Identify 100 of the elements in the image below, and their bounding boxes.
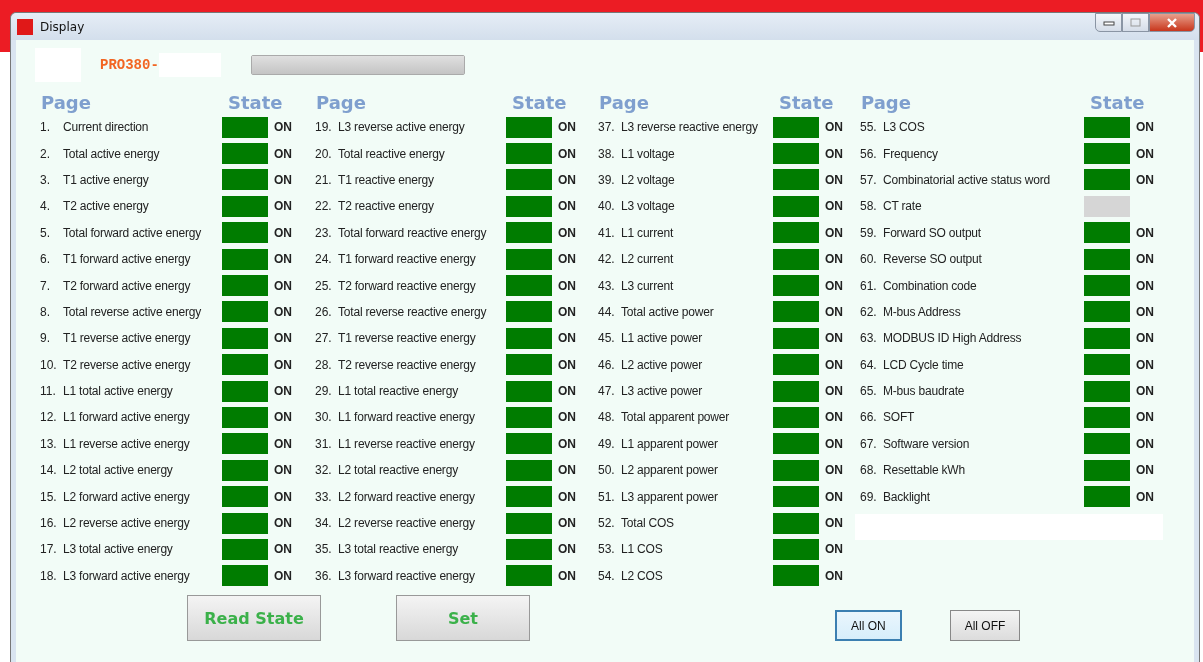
page-label: L3 reverse active energy <box>337 120 466 135</box>
page-number: 10. <box>39 357 58 372</box>
state-indicator[interactable] <box>1084 301 1130 323</box>
page-label: L2 active power <box>620 357 704 372</box>
page-label: Resettable kWh <box>882 463 966 478</box>
page-label: Total forward reactive energy <box>337 225 488 240</box>
page-label: Frequency <box>882 146 939 161</box>
state-indicator[interactable] <box>222 275 268 297</box>
state-indicator[interactable] <box>773 195 819 217</box>
state-indicator[interactable] <box>506 486 552 508</box>
page-label: L2 voltage <box>620 172 676 187</box>
state-indicator[interactable] <box>1084 380 1130 402</box>
state-indicator[interactable] <box>773 459 819 481</box>
state-indicator[interactable] <box>773 169 819 191</box>
page-label: L1 voltage <box>620 146 676 161</box>
state-text: ON <box>1136 489 1154 504</box>
state-indicator[interactable] <box>1084 486 1130 508</box>
state-text: ON <box>825 384 843 399</box>
state-indicator[interactable] <box>222 327 268 349</box>
state-indicator[interactable] <box>773 380 819 402</box>
state-indicator[interactable] <box>773 248 819 270</box>
page-number: 16. <box>39 516 58 531</box>
state-indicator[interactable] <box>1084 116 1130 138</box>
state-indicator[interactable] <box>222 301 268 323</box>
page-label: L2 COS <box>620 568 664 583</box>
page-number: 69. <box>859 489 878 504</box>
page-label: Backlight <box>882 489 931 504</box>
state-header: State <box>1089 91 1145 113</box>
state-indicator[interactable] <box>222 354 268 376</box>
page-number: 50. <box>597 463 616 478</box>
state-indicator[interactable] <box>1084 433 1130 455</box>
state-indicator[interactable] <box>773 433 819 455</box>
page-number: 33. <box>314 489 333 504</box>
state-indicator[interactable] <box>222 459 268 481</box>
state-text: ON <box>1136 225 1154 240</box>
state-indicator[interactable] <box>506 512 552 534</box>
state-indicator[interactable] <box>1084 248 1130 270</box>
state-indicator[interactable] <box>506 195 552 217</box>
state-indicator[interactable] <box>222 169 268 191</box>
state-indicator[interactable] <box>222 248 268 270</box>
page-label: L2 current <box>620 252 675 267</box>
state-indicator[interactable] <box>506 433 552 455</box>
page-label: L3 total reactive energy <box>337 542 459 557</box>
page-label: T1 forward reactive energy <box>337 252 477 267</box>
state-indicator[interactable] <box>773 143 819 165</box>
action-button[interactable]: All ON <box>835 610 902 642</box>
state-indicator[interactable] <box>773 275 819 297</box>
close-button[interactable] <box>1149 13 1195 32</box>
page-label: L2 total active energy <box>62 463 174 478</box>
state-indicator[interactable] <box>773 327 819 349</box>
state-indicator[interactable] <box>506 538 552 560</box>
state-indicator[interactable] <box>222 116 268 138</box>
state-indicator[interactable] <box>222 486 268 508</box>
page-label: L1 reverse active energy <box>62 436 191 451</box>
maximize-button[interactable] <box>1122 13 1149 32</box>
page-label: Total apparent power <box>620 410 731 425</box>
state-indicator[interactable] <box>1084 222 1130 244</box>
state-indicator[interactable] <box>773 486 819 508</box>
state-text: ON <box>1136 331 1154 346</box>
state-indicator[interactable] <box>506 116 552 138</box>
state-indicator[interactable] <box>222 512 268 534</box>
page-label: T2 reactive energy <box>337 199 435 214</box>
state-indicator[interactable] <box>1084 275 1130 297</box>
action-button[interactable]: All OFF <box>949 610 1021 642</box>
state-indicator[interactable] <box>506 275 552 297</box>
state-indicator[interactable] <box>222 222 268 244</box>
state-indicator[interactable] <box>506 459 552 481</box>
state-indicator[interactable] <box>773 116 819 138</box>
state-indicator[interactable] <box>222 565 268 587</box>
state-indicator[interactable] <box>506 169 552 191</box>
state-indicator[interactable] <box>773 301 819 323</box>
state-text: ON <box>1136 357 1154 372</box>
state-indicator[interactable] <box>506 143 552 165</box>
page-number: 1. <box>39 120 51 135</box>
page-label: L1 reverse reactive energy <box>337 436 476 451</box>
state-indicator[interactable] <box>1084 169 1130 191</box>
state-indicator[interactable] <box>1084 459 1130 481</box>
page-label: L2 forward active energy <box>62 489 191 504</box>
state-indicator[interactable] <box>773 512 819 534</box>
page-number: 55. <box>859 120 878 135</box>
state-indicator[interactable] <box>222 380 268 402</box>
minimize-button[interactable] <box>1095 13 1122 32</box>
state-indicator[interactable] <box>506 565 552 587</box>
state-indicator[interactable] <box>1084 327 1130 349</box>
state-indicator[interactable] <box>222 538 268 560</box>
state-indicator[interactable] <box>773 354 819 376</box>
state-indicator[interactable] <box>773 565 819 587</box>
state-indicator[interactable] <box>1084 143 1130 165</box>
state-indicator[interactable] <box>506 327 552 349</box>
state-indicator[interactable] <box>506 222 552 244</box>
state-indicator[interactable] <box>773 222 819 244</box>
state-indicator[interactable] <box>506 380 552 402</box>
state-indicator[interactable] <box>222 195 268 217</box>
state-indicator[interactable] <box>506 301 552 323</box>
state-indicator[interactable] <box>773 538 819 560</box>
state-indicator[interactable] <box>506 354 552 376</box>
state-indicator[interactable] <box>1084 354 1130 376</box>
state-indicator[interactable] <box>222 433 268 455</box>
state-indicator[interactable] <box>506 248 552 270</box>
state-indicator[interactable] <box>222 143 268 165</box>
